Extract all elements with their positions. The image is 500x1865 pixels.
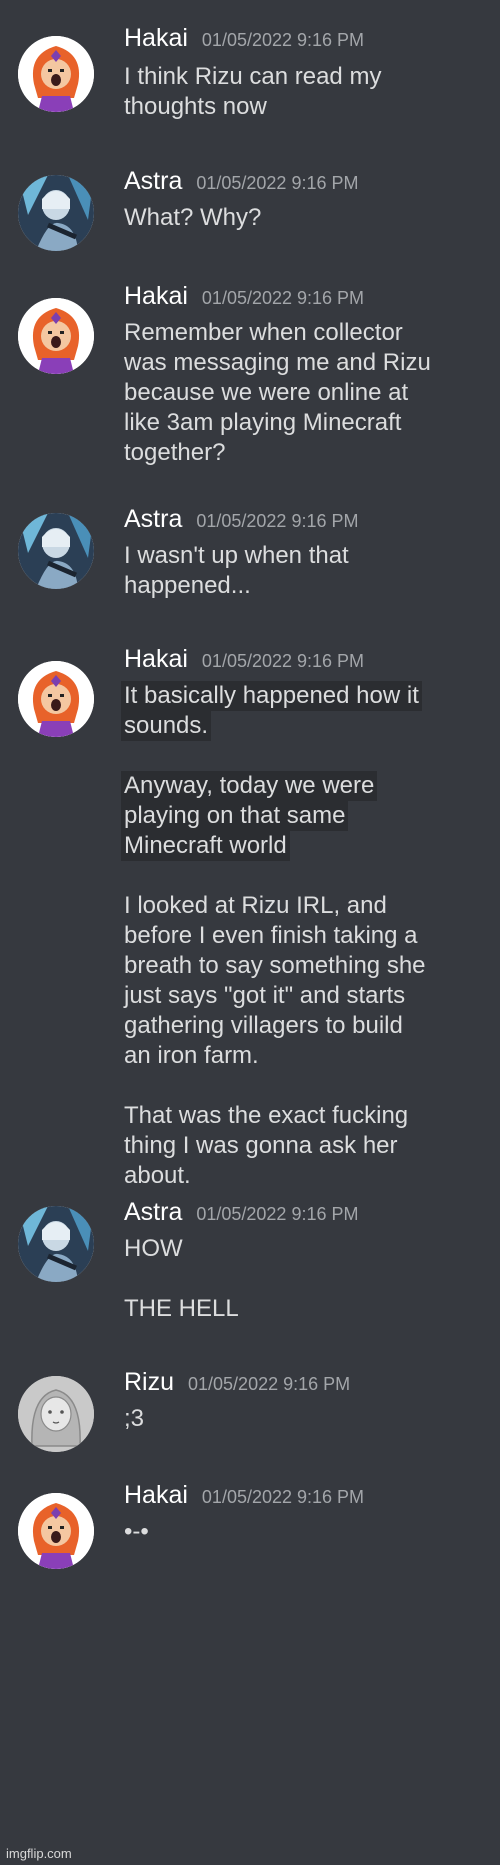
message-line: I looked at Rizu IRL, and <box>124 892 387 919</box>
hakai-avatar-icon <box>18 298 94 374</box>
message-content: I wasn't up when that happened... <box>124 541 484 601</box>
message-line: just says "got it" and starts <box>124 982 406 1009</box>
highlighted-text: sounds. <box>121 711 212 741</box>
timestamp: 01/05/2022 9:16 PM <box>201 1487 365 1507</box>
message-header: Astra 01/05/2022 9:16 PM <box>124 167 358 196</box>
timestamp: 01/05/2022 9:16 PM <box>196 511 359 531</box>
message-line: Anyway, today we were <box>121 771 484 801</box>
timestamp: 01/05/2022 9:16 PM <box>188 1374 351 1394</box>
message-line: before I even finish taking a <box>124 922 418 949</box>
message-line: HOW <box>124 1235 183 1262</box>
message-line: ;3 <box>124 1405 145 1432</box>
author-name[interactable]: Hakai <box>124 282 188 310</box>
hakai-avatar-icon <box>18 661 94 737</box>
astra-avatar[interactable] <box>18 513 94 589</box>
message-header: Astra 01/05/2022 9:16 PM <box>124 1198 358 1227</box>
rizu-avatar-icon <box>18 1376 94 1452</box>
author-name[interactable]: Astra <box>124 505 182 533</box>
timestamp: 01/05/2022 9:16 PM <box>196 173 359 193</box>
message-line: gathering villagers to build <box>124 1012 403 1039</box>
hakai-avatar[interactable] <box>18 1493 94 1569</box>
message-header: Hakai 01/05/2022 9:16 PM <box>124 645 364 674</box>
message-line: an iron farm. <box>124 1042 259 1069</box>
message-header: Astra 01/05/2022 9:16 PM <box>124 505 358 534</box>
message-line: sounds. <box>121 711 484 741</box>
timestamp: 01/05/2022 9:16 PM <box>196 1204 359 1224</box>
message-line: about. <box>124 1162 191 1189</box>
message-line: What? Why? <box>124 204 262 231</box>
author-name[interactable]: Astra <box>124 1198 182 1226</box>
message-content: I think Rizu can read my thoughts now <box>124 62 484 122</box>
author-name[interactable]: Hakai <box>124 24 188 52</box>
message-header: Hakai 01/05/2022 9:16 PM <box>124 1481 364 1510</box>
message-line: together? <box>124 439 226 466</box>
author-name[interactable]: Hakai <box>124 1481 188 1509</box>
message-content: It basically happened how it sounds. Any… <box>121 681 484 1191</box>
message-line: That was the exact fucking <box>124 1102 409 1129</box>
watermark: imgflip.com <box>6 1846 72 1861</box>
message-line: Minecraft world <box>121 831 484 861</box>
hakai-avatar[interactable] <box>18 661 94 737</box>
highlighted-text: It basically happened how it <box>121 681 422 711</box>
message-content: What? Why? <box>124 203 484 233</box>
astra-avatar[interactable] <box>18 175 94 251</box>
message-line: •-• <box>124 1518 149 1545</box>
message-line: thoughts now <box>124 93 267 120</box>
hakai-avatar[interactable] <box>18 36 94 112</box>
message-line: because we were online at <box>124 379 409 406</box>
astra-avatar-icon <box>18 175 94 251</box>
message-content: •-• <box>124 1517 484 1547</box>
message-line: playing on that same <box>121 801 484 831</box>
message-line: breath to say something she <box>124 952 426 979</box>
rizu-avatar[interactable] <box>18 1376 94 1452</box>
hakai-avatar-icon <box>18 1493 94 1569</box>
highlighted-text: Minecraft world <box>121 831 290 861</box>
author-name[interactable]: Hakai <box>124 645 188 673</box>
message-header: Hakai 01/05/2022 9:16 PM <box>124 24 364 53</box>
message-header: Hakai 01/05/2022 9:16 PM <box>124 282 364 311</box>
message-content: ;3 <box>124 1404 484 1434</box>
message-content: Remember when collector was messaging me… <box>124 318 484 468</box>
message-line: I wasn't up when that <box>124 542 349 569</box>
message-line: Remember when collector <box>124 319 403 346</box>
hakai-avatar-icon <box>18 36 94 112</box>
astra-avatar-icon <box>18 513 94 589</box>
astra-avatar[interactable] <box>18 1206 94 1282</box>
message-header: Rizu 01/05/2022 9:16 PM <box>124 1368 350 1397</box>
message-line: THE HELL <box>124 1295 239 1322</box>
highlighted-text: playing on that same <box>121 801 349 831</box>
author-name[interactable]: Rizu <box>124 1368 174 1396</box>
timestamp: 01/05/2022 9:16 PM <box>201 651 365 671</box>
message-content: HOW THE HELL <box>124 1234 484 1324</box>
message-line: I think Rizu can read my <box>124 63 382 90</box>
message-line: thing I was gonna ask her <box>124 1132 398 1159</box>
author-name[interactable]: Astra <box>124 167 182 195</box>
highlighted-text: Anyway, today we were <box>121 771 378 801</box>
message-line: like 3am playing Minecraft <box>124 409 402 436</box>
timestamp: 01/05/2022 9:16 PM <box>201 30 365 50</box>
message-line: It basically happened how it <box>121 681 484 711</box>
astra-avatar-icon <box>18 1206 94 1282</box>
message-line: happened... <box>124 572 251 599</box>
timestamp: 01/05/2022 9:16 PM <box>201 288 365 308</box>
message-line: was messaging me and Rizu <box>124 349 431 376</box>
hakai-avatar[interactable] <box>18 298 94 374</box>
